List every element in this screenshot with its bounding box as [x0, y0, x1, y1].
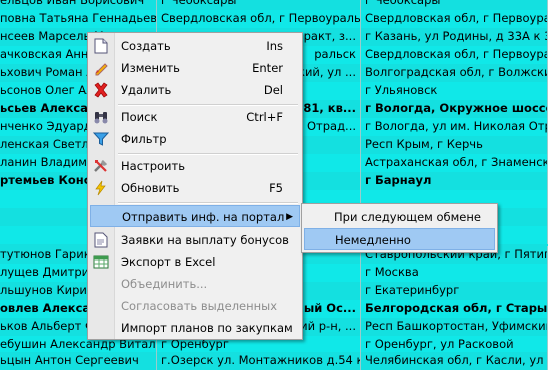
address-cell[interactable]: г Вологда, ул им. Николая Отрад — [361, 118, 548, 136]
address-cell[interactable]: г Барнаул — [361, 172, 548, 190]
menu-item-refresh[interactable]: Обновить F5 — [90, 177, 300, 199]
address-cell[interactable]: Астраханская обл, г Знаменск — [361, 154, 548, 172]
address-cell[interactable]: Белгородская обл, г Старый Ос — [361, 300, 548, 318]
address-cell[interactable]: Волгоградская обл, г Волжский, ул — [361, 64, 548, 82]
menu-item-configure[interactable]: Настроить — [90, 155, 300, 177]
context-menu: Создать Ins Изменить Enter Удалить Del П… — [87, 32, 303, 340]
document-icon — [93, 232, 109, 248]
submenu-arrow-icon: ▶ — [286, 212, 293, 222]
menu-item-approve-selected: Согласовать выделенных — [90, 295, 300, 317]
submenu-item-immediately[interactable]: Немедленно — [304, 228, 495, 250]
address-cell[interactable]: г Ульяновск — [361, 82, 548, 100]
pencil-icon — [93, 60, 109, 76]
city-cell[interactable]: г Чебоксары — [157, 0, 361, 10]
send-to-portal-submenu: При следующем обмене Немедленно — [301, 203, 498, 253]
menu-label: Поиск — [121, 110, 158, 124]
new-document-icon — [93, 38, 109, 54]
menu-label: Фильтр — [121, 132, 167, 146]
submenu-label: Немедленно — [335, 233, 411, 247]
menu-label: Создать — [121, 39, 171, 53]
menu-label: Удалить — [121, 83, 172, 97]
excel-icon — [93, 254, 109, 270]
address-cell[interactable]: Свердловская обл, г Первоуральск — [361, 46, 548, 64]
address-cell[interactable]: г Вологда, Окружное шоссе, д — [361, 100, 548, 118]
name-cell[interactable]: ьцын Антон Сергеевич — [0, 352, 157, 370]
red-x-icon — [93, 82, 109, 98]
menu-item-send-to-portal[interactable]: Отправить инф. на портал ▶ — [90, 205, 300, 227]
address-cell[interactable]: Респ Крым, г Керчь — [361, 136, 548, 154]
address-cell[interactable]: г Казань, ул Родины, д 33А к 3 — [361, 28, 548, 46]
menu-item-export-excel[interactable]: Экспорт в Excel — [90, 251, 300, 273]
menu-item-bonus-requests[interactable]: Заявки на выплату бонусов — [90, 229, 300, 251]
menu-label: Объединить... — [121, 277, 208, 291]
submenu-item-next-exchange[interactable]: При следующем обмене — [304, 206, 495, 228]
menu-label: Настроить — [121, 159, 186, 173]
menu-label: Согласовать выделенных — [121, 299, 278, 313]
address-cell[interactable]: Свердловская обл, г Первоуральск — [361, 10, 548, 28]
table-row[interactable]: ьцын Антон Сергеевич г.Озерск ул. Монтаж… — [0, 352, 548, 370]
menu-item-import-plans[interactable]: Импорт планов по закупкам — [90, 317, 300, 339]
menu-item-delete[interactable]: Удалить Del — [90, 79, 300, 101]
binoculars-icon — [93, 109, 109, 125]
menu-label: Изменить — [121, 61, 180, 75]
address-cell[interactable]: Челябинская обл, г Касли, ул Лоба — [361, 352, 548, 370]
lightning-icon — [93, 180, 109, 196]
funnel-icon — [92, 131, 110, 147]
table-row[interactable]: повна Татьяна Геннадьевна Свердловская о… — [0, 10, 548, 28]
city-cell[interactable]: Свердловская обл, г Первоуральск — [157, 10, 361, 28]
menu-label: Отправить инф. на портал — [122, 210, 285, 224]
address-cell[interactable]: г Москва — [361, 264, 548, 282]
name-cell[interactable]: повна Татьяна Геннадьевна — [0, 10, 157, 28]
menu-label: Обновить — [121, 181, 180, 195]
menu-item-edit[interactable]: Изменить Enter — [90, 57, 300, 79]
menu-item-search[interactable]: Поиск Ctrl+F — [90, 106, 300, 128]
menu-item-merge: Объединить... — [90, 273, 300, 295]
city-cell[interactable]: г.Озерск ул. Монтажников д.54 кв... — [157, 352, 361, 370]
menu-shortcut: Enter — [252, 61, 283, 75]
table-row[interactable]: ельцов Иван Борисович г Чебоксары г Чебо… — [0, 0, 548, 10]
menu-shortcut: F5 — [269, 181, 283, 195]
submenu-label: При следующем обмене — [334, 210, 481, 224]
menu-shortcut: Del — [263, 83, 283, 97]
menu-label: Импорт планов по закупкам — [121, 321, 293, 335]
menu-separator — [118, 202, 298, 204]
menu-shortcut: Ins — [266, 39, 283, 53]
address-cell[interactable]: Респ Башкортостан, Уфимский р-н, — [361, 318, 548, 336]
name-cell[interactable]: ельцов Иван Борисович — [0, 0, 157, 10]
address-cell[interactable]: г Чебоксары — [361, 0, 548, 10]
menu-item-create[interactable]: Создать Ins — [90, 35, 300, 57]
tools-icon — [93, 158, 109, 174]
address-cell[interactable]: г Екатеринбург — [361, 282, 548, 300]
menu-shortcut: Ctrl+F — [246, 110, 283, 124]
menu-label: Заявки на выплату бонусов — [121, 233, 289, 247]
menu-label: Экспорт в Excel — [121, 255, 216, 269]
menu-item-filter[interactable]: Фильтр — [90, 128, 300, 150]
